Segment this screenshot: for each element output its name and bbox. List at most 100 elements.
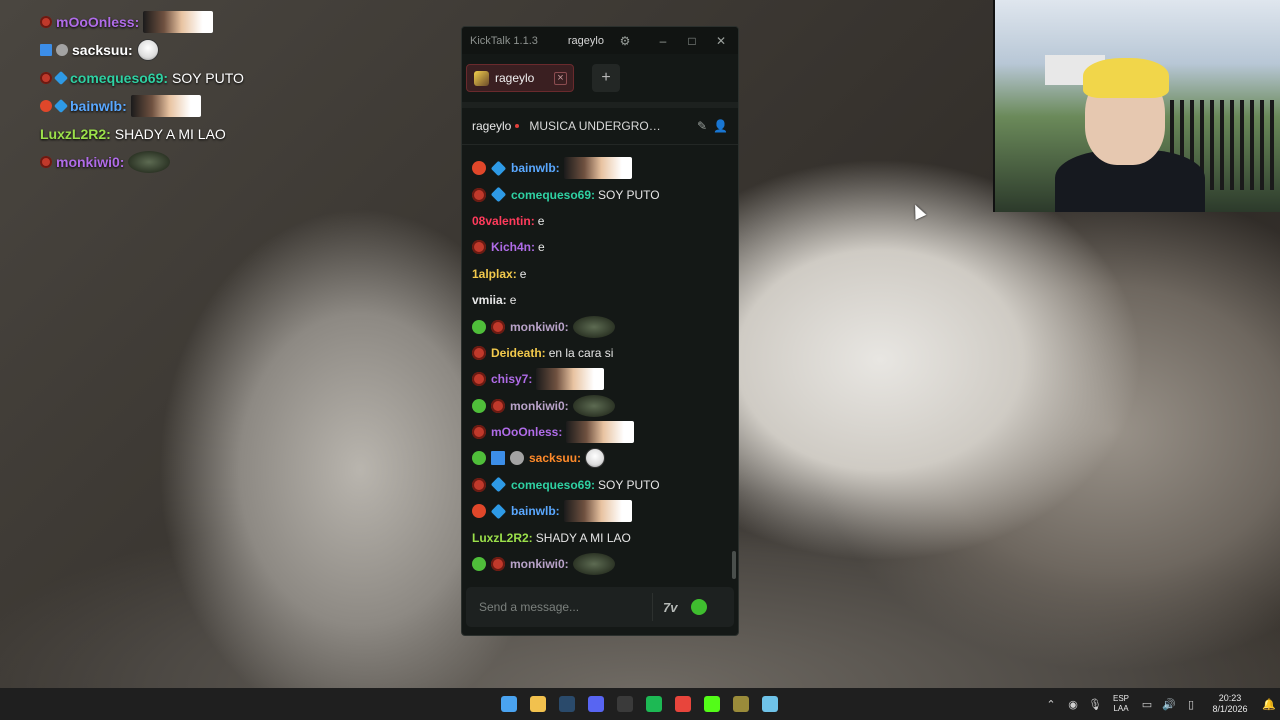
title-bar[interactable]: KickTalk 1.1.3 rageylo ⚙ – □ ✕ (462, 27, 738, 54)
tab-rageylo[interactable]: rageylo × (466, 64, 574, 92)
header-channel-name[interactable]: rageylo (472, 119, 511, 133)
username[interactable]: chisy7: (491, 372, 532, 386)
green-badge-icon[interactable] (472, 451, 486, 466)
kick-emotes-icon[interactable] (691, 599, 708, 615)
emote-icon[interactable] (563, 500, 632, 523)
message-input[interactable] (466, 600, 646, 614)
username[interactable]: comequeso69: (70, 70, 168, 86)
settings-gear-icon[interactable]: ⚙ (614, 34, 636, 48)
language-indicator[interactable]: ESP LAA (1106, 694, 1136, 714)
blue-badge-icon[interactable] (490, 160, 507, 176)
emote-icon[interactable] (572, 315, 615, 338)
red-badge-icon[interactable] (472, 240, 486, 255)
maximize-icon[interactable]: □ (681, 34, 703, 48)
blue-badge-icon[interactable] (53, 98, 69, 114)
file-explorer-icon[interactable] (526, 692, 549, 715)
microphone-icon[interactable]: 🎙 (1084, 698, 1106, 711)
green-badge-icon[interactable] (472, 557, 486, 572)
username[interactable]: bainwlb: (70, 98, 127, 114)
red-badge-icon[interactable] (472, 477, 486, 492)
red-badge-icon[interactable] (472, 345, 486, 360)
blue-badge-icon[interactable] (490, 186, 507, 203)
username[interactable]: monkiwi0: (510, 320, 569, 334)
seven-tv-emotes-icon[interactable]: 7v (663, 600, 677, 615)
emote-icon[interactable] (143, 11, 214, 33)
username[interactable]: LuxzL2R2: (472, 531, 533, 545)
username[interactable]: vmiia: (472, 293, 507, 307)
orange-badge-icon[interactable] (40, 100, 52, 112)
username[interactable]: mOoOnless: (491, 425, 562, 439)
volume-icon[interactable]: 🔊 (1158, 698, 1180, 711)
emote-icon[interactable] (572, 394, 615, 417)
user-list-icon[interactable]: 👤 (713, 119, 728, 133)
mod-tools-icon[interactable]: ✎ (697, 119, 707, 133)
emote-icon[interactable] (563, 157, 632, 180)
username[interactable]: mOoOnless: (56, 14, 139, 30)
title-channel-chip[interactable]: rageylo (568, 35, 604, 47)
red-badge-icon[interactable] (472, 187, 486, 202)
red-badge-icon[interactable] (40, 156, 52, 168)
chrome-icon[interactable] (671, 692, 694, 715)
red-badge-icon[interactable] (472, 372, 486, 387)
app-icon[interactable] (729, 692, 752, 715)
tray-chevron-icon[interactable]: ⌃ (1040, 698, 1062, 711)
username[interactable]: comequeso69: (511, 188, 595, 202)
spotify-icon[interactable] (642, 692, 665, 715)
steam-icon[interactable] (555, 692, 578, 715)
blue-badge-icon[interactable] (53, 70, 69, 86)
blue-badge-icon[interactable] (490, 477, 507, 493)
emote-icon[interactable] (566, 421, 635, 444)
emote-icon[interactable] (136, 39, 159, 61)
username[interactable]: sacksuu: (72, 42, 133, 58)
username[interactable]: monkiwi0: (510, 399, 569, 413)
notepad-icon[interactable] (758, 692, 781, 715)
green-badge-icon[interactable] (472, 398, 486, 413)
grey-badge-icon[interactable] (56, 44, 68, 56)
blue-badge-icon[interactable] (490, 503, 507, 520)
username[interactable]: bainwlb: (511, 161, 560, 175)
start-icon[interactable] (497, 692, 520, 715)
red-badge-icon[interactable] (40, 72, 52, 84)
tray-app-icon[interactable]: ◉ (1062, 698, 1084, 711)
username[interactable]: monkiwi0: (510, 557, 569, 571)
sword-badge-icon[interactable] (491, 451, 505, 466)
red-badge-icon[interactable] (472, 425, 486, 440)
close-icon[interactable]: ✕ (710, 34, 732, 48)
emote-icon[interactable] (536, 368, 605, 391)
network-icon[interactable]: ▭ (1136, 698, 1158, 711)
kick-icon[interactable] (700, 692, 723, 715)
orange-badge-icon[interactable] (472, 504, 486, 519)
username[interactable]: monkiwi0: (56, 154, 124, 170)
username[interactable]: comequeso69: (511, 478, 595, 492)
add-tab-button[interactable]: + (592, 64, 620, 92)
sword-badge-icon[interactable] (40, 44, 52, 56)
username[interactable]: sacksuu: (529, 451, 581, 465)
username[interactable]: bainwlb: (511, 504, 560, 518)
emote-icon[interactable] (572, 553, 615, 576)
green-badge-icon[interactable] (472, 319, 486, 334)
username[interactable]: Deideath: (491, 346, 546, 360)
tab-close-icon[interactable]: × (554, 71, 567, 85)
emote-icon[interactable] (130, 95, 201, 117)
username[interactable]: 08valentin: (472, 214, 535, 228)
username[interactable]: LuxzL2R2: (40, 126, 111, 142)
message-text: SHADY A MI LAO (535, 530, 631, 545)
username[interactable]: 1alplax: (472, 267, 517, 281)
obs-icon[interactable] (613, 692, 636, 715)
chat-messages[interactable]: bainwlb: comequeso69: SOY PUTO 08valentin: e… (462, 155, 734, 579)
emote-icon[interactable] (128, 151, 171, 173)
emote-icon[interactable] (585, 448, 606, 469)
red-badge-icon[interactable] (491, 557, 505, 572)
grey-badge-icon[interactable] (510, 451, 524, 466)
orange-badge-icon[interactable] (472, 161, 486, 176)
red-badge-icon[interactable] (40, 16, 52, 28)
clock[interactable]: 20:23 8/1/2026 (1202, 693, 1258, 715)
red-badge-icon[interactable] (491, 398, 505, 413)
minimize-icon[interactable]: – (652, 34, 674, 48)
red-badge-icon[interactable] (491, 319, 505, 334)
username[interactable]: Kich4n: (491, 240, 535, 254)
battery-icon[interactable]: ▯ (1180, 698, 1202, 711)
notifications-icon[interactable]: 🔔 (1258, 698, 1280, 711)
discord-icon[interactable] (584, 692, 607, 715)
chat-scrollbar[interactable] (732, 551, 736, 579)
